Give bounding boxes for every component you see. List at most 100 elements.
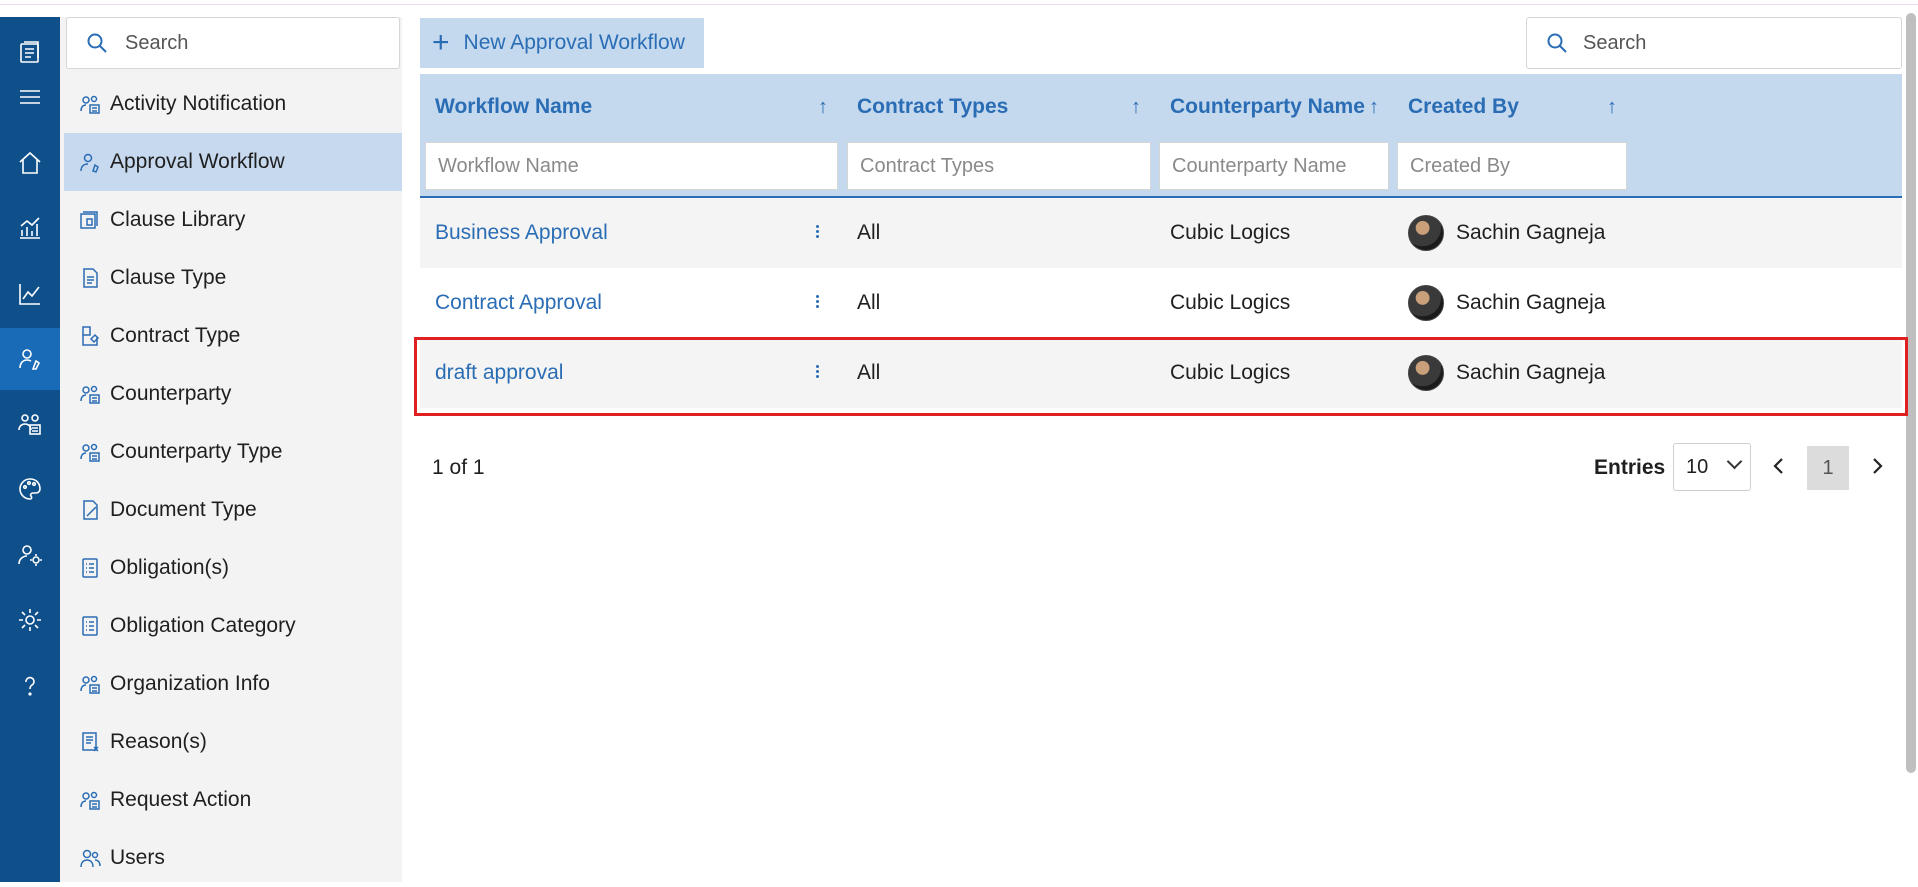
row-menu-icon[interactable]: [812, 293, 822, 313]
approval-icon[interactable]: [0, 328, 60, 390]
created-by-cell: Sachin Gagneja: [1408, 268, 1605, 338]
main-content: + New Approval Workflow Workflow Name ↑ …: [402, 5, 1918, 882]
new-approval-workflow-label: New Approval Workflow: [463, 31, 685, 54]
document-icon: [83, 268, 98, 288]
sidebar-item-label: Reason(s): [110, 730, 207, 753]
sidebar-search-input[interactable]: [125, 31, 385, 55]
sidebar-item-label: Request Action: [110, 788, 252, 811]
sidebar-item-clause-type[interactable]: Clause Type: [64, 249, 402, 307]
help-icon[interactable]: [0, 655, 60, 717]
next-page-button[interactable]: [1865, 454, 1889, 478]
counterparty-name-cell: Cubic Logics: [1170, 221, 1291, 244]
sidebar-item-label: Counterparty: [110, 382, 232, 405]
pagination-bar: 1 of 1 Entries 10 1: [402, 438, 1902, 498]
menu-icon[interactable]: [0, 66, 60, 128]
table-row[interactable]: Contract Approval All Cubic Logics Sachin G…: [420, 268, 1902, 338]
filter-created-by[interactable]: [1397, 142, 1627, 190]
list-icon: [82, 616, 98, 636]
analytics-icon[interactable]: [0, 197, 60, 259]
sidebar-item-users[interactable]: Users: [64, 829, 402, 887]
contract-types-cell: All: [857, 291, 881, 314]
row-menu-icon[interactable]: [812, 223, 822, 243]
user-settings-icon[interactable]: [0, 524, 60, 586]
sidebar-item-label: Users: [110, 846, 165, 869]
home-icon[interactable]: [0, 132, 60, 194]
table-search-input[interactable]: [1583, 31, 1883, 55]
column-header-counterparty-name[interactable]: Counterparty Name: [1170, 74, 1365, 140]
column-header-contract-types[interactable]: Contract Types: [857, 74, 1008, 140]
workflow-name-link[interactable]: draft approval: [435, 338, 563, 408]
table-row[interactable]: Business Approval All Cubic Logics Sachin G…: [420, 198, 1902, 268]
trend-icon[interactable]: [0, 263, 60, 325]
sidebar-item-label: Organization Info: [110, 672, 270, 695]
contract-icon: [82, 326, 100, 346]
workflow-name-link[interactable]: Contract Approval: [435, 268, 602, 338]
previous-page-button[interactable]: [1767, 454, 1791, 478]
users-icon: [80, 849, 101, 868]
sidebar-item-approval-workflow[interactable]: Approval Workflow: [64, 133, 402, 191]
counterparty-name-cell: Cubic Logics: [1170, 291, 1291, 314]
workflow-name-link[interactable]: Business Approval: [435, 198, 608, 268]
filter-counterparty-name[interactable]: [1159, 142, 1389, 190]
people-icon: [80, 791, 100, 810]
column-label: Created By: [1408, 95, 1519, 118]
sidebar-item-counterparty-type[interactable]: Counterparty Type: [64, 423, 402, 481]
chevron-down-icon: [1726, 453, 1743, 470]
sidebar-item-obligation-s[interactable]: Obligation(s): [64, 539, 402, 597]
list-icon: [82, 558, 98, 578]
sidebar-item-obligation-category[interactable]: Obligation Category: [64, 597, 402, 655]
sidebar-item-label: Obligation Category: [110, 614, 296, 637]
settings-sidebar: Activity Notification Approval Workflow Cl…: [60, 17, 402, 882]
avatar: [1408, 355, 1444, 391]
sidebar-item-reason-s[interactable]: Reason(s): [64, 713, 402, 771]
plus-icon: +: [432, 26, 450, 59]
table-search[interactable]: [1526, 17, 1902, 69]
sort-arrow-icon[interactable]: ↑: [818, 96, 828, 119]
sort-arrow-icon[interactable]: ↑: [1131, 96, 1141, 119]
contract-types-cell: All: [857, 361, 881, 384]
created-by-name: Sachin Gagneja: [1456, 221, 1606, 244]
people-icon: [80, 385, 100, 404]
sidebar-item-contract-type[interactable]: Contract Type: [64, 307, 402, 365]
sidebar-item-label: Approval Workflow: [110, 150, 285, 173]
entries-label: Entries: [1594, 456, 1666, 479]
row-menu-icon[interactable]: [812, 363, 822, 383]
avatar: [1408, 285, 1444, 321]
current-page[interactable]: 1: [1807, 446, 1849, 490]
filter-workflow-name[interactable]: [425, 142, 838, 190]
counterparty-icon[interactable]: [0, 393, 60, 455]
sidebar-search[interactable]: [66, 17, 400, 69]
column-header-workflow-name[interactable]: Workflow Name: [435, 74, 592, 140]
created-by-cell: Sachin Gagneja: [1408, 338, 1605, 408]
column-label: Counterparty Name: [1170, 95, 1365, 118]
sidebar-item-clause-library[interactable]: Clause Library: [64, 191, 402, 249]
settings-icon[interactable]: [0, 589, 60, 651]
entries-select[interactable]: 10: [1673, 443, 1751, 491]
chevron-left-icon: [1773, 458, 1783, 474]
filter-contract-types[interactable]: [847, 142, 1151, 190]
created-by-name: Sachin Gagneja: [1456, 291, 1606, 314]
sidebar-item-activity-notification[interactable]: Activity Notification: [64, 75, 402, 133]
column-header-created-by[interactable]: Created By: [1408, 74, 1519, 140]
sort-arrow-icon[interactable]: ↑: [1607, 96, 1617, 119]
chevron-right-icon: [1873, 458, 1883, 474]
column-label: Workflow Name: [435, 95, 593, 118]
vertical-scrollbar[interactable]: [1906, 13, 1916, 773]
sidebar-item-request-action[interactable]: Request Action: [64, 771, 402, 829]
sidebar-item-label: Counterparty Type: [110, 440, 283, 463]
counterparty-name-cell: Cubic Logics: [1170, 361, 1291, 384]
sidebar-item-organization-info[interactable]: Organization Info: [64, 655, 402, 713]
sidebar-item-label: Contract Type: [110, 324, 241, 347]
sidebar-menu: Activity Notification Approval Workflow Cl…: [64, 75, 402, 887]
sidebar-item-document-type[interactable]: Document Type: [64, 481, 402, 539]
sidebar-item-label: Clause Type: [110, 266, 227, 289]
document-type-icon: [83, 500, 98, 520]
table-row[interactable]: draft approval All Cubic Logics Sachin Gagn…: [420, 338, 1902, 408]
table-header: Workflow Name ↑ Contract Types ↑ Counter…: [420, 74, 1902, 198]
sort-arrow-icon[interactable]: ↑: [1369, 96, 1379, 119]
search-icon: [1547, 33, 1567, 53]
new-approval-workflow-button[interactable]: + New Approval Workflow: [420, 18, 704, 68]
sidebar-item-counterparty[interactable]: Counterparty: [64, 365, 402, 423]
palette-icon[interactable]: [0, 458, 60, 520]
created-by-name: Sachin Gagneja: [1456, 361, 1606, 384]
